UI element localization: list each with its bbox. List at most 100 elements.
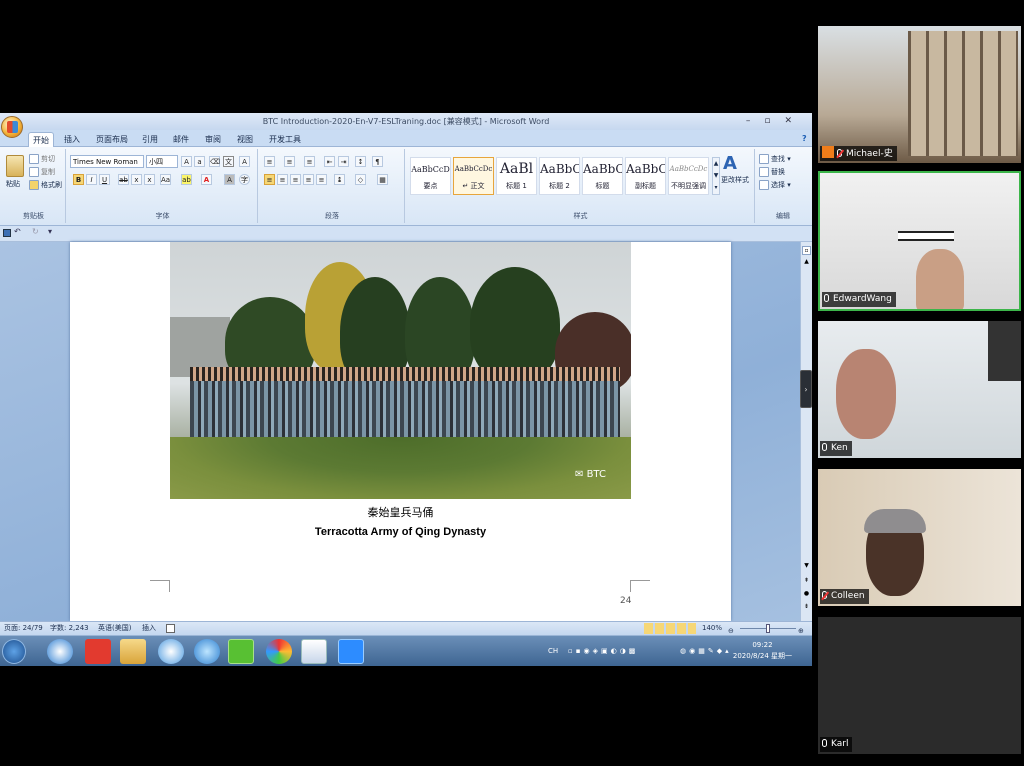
style-heading-1[interactable]: AaBl 标题 1 [496,157,537,195]
scroll-down-icon[interactable]: ▼ [802,562,811,569]
tray-icons[interactable]: ▫▪◉◈▣◐◑▩ [568,647,638,655]
ie-icon[interactable] [194,639,220,664]
zoom-taskbar-icon[interactable] [338,639,364,664]
tab-page-layout[interactable]: 页面布局 [92,132,132,147]
char-border-button[interactable]: A [239,156,250,167]
styles-scroll-button[interactable]: ▲ ▼ ▾ [712,157,720,195]
tab-review[interactable]: 审阅 [201,132,225,147]
redo-icon[interactable]: ↻ [32,227,39,236]
document-area[interactable]: ✉ BTC 秦始皇兵马俑 Terracotta Army of Qing Dyn… [0,242,800,621]
change-styles-icon[interactable]: A [723,153,737,174]
office-button[interactable] [1,116,23,138]
zoom-slider-thumb[interactable] [766,624,770,633]
start-button[interactable] [2,639,26,664]
macro-record-icon[interactable] [166,624,175,633]
font-name-combo[interactable]: Times New Roman [70,155,144,168]
superscript-button[interactable]: x [144,174,155,185]
bullets-button[interactable]: ≡ [264,156,275,167]
sogou-icon[interactable] [47,639,73,664]
char-shading-button[interactable]: A [224,174,235,185]
group-photo[interactable]: ✉ BTC [170,242,631,499]
align-left-button[interactable]: ≡ [264,174,275,185]
minimize-icon[interactable]: – [746,116,765,126]
format-painter-button[interactable]: 格式刷 [29,180,62,190]
copy-button[interactable]: 复制 [29,167,55,177]
style-key-points[interactable]: AaBbCcD 要点 [410,157,451,195]
strikethrough-button[interactable]: ab [118,174,129,185]
tab-home[interactable]: 开始 [28,132,54,147]
font-size-combo[interactable]: 小四 [146,155,178,168]
help-icon[interactable]: ? [798,131,811,146]
increase-indent-button[interactable]: ⇥ [338,156,349,167]
sort-button[interactable]: ↕ [355,156,366,167]
align-right-button[interactable]: ≡ [290,174,301,185]
vertical-scrollbar[interactable]: ▫ ▲ ▼ ⇞ ● ⇟ [800,242,812,621]
participant-tile-colleen[interactable]: Colleen [818,469,1021,606]
style-subtle-emphasis[interactable]: AaBbCcDc 不明显强调 [668,157,709,195]
participant-tile-ken[interactable]: Ken [818,321,1021,458]
italic-button[interactable]: I [86,174,97,185]
document-page[interactable]: ✉ BTC 秦始皇兵马俑 Terracotta Army of Qing Dyn… [70,242,731,621]
qat-customize-icon[interactable]: ▾ [48,227,52,236]
shrink-font-button[interactable]: a [194,156,205,167]
view-buttons[interactable] [644,623,696,634]
decrease-indent-button[interactable]: ⇤ [324,156,335,167]
save-icon[interactable] [3,229,11,237]
justify-button[interactable]: ≡ [303,174,314,185]
file-explorer-icon[interactable] [120,639,146,664]
collapse-gallery-button[interactable]: › [800,370,812,408]
show-marks-button[interactable]: ¶ [372,156,383,167]
subscript-button[interactable]: x [131,174,142,185]
tab-developer[interactable]: 开发工具 [265,132,305,147]
phonetic-guide-button[interactable]: 文 [223,156,234,167]
distributed-button[interactable]: ≡ [316,174,327,185]
shading-button[interactable]: ◇ [355,174,366,185]
style-subtitle[interactable]: AaBbC 副标题 [625,157,666,195]
borders-button[interactable]: ▦ [377,174,388,185]
tab-view[interactable]: 视图 [233,132,257,147]
ruler-toggle-icon[interactable]: ▫ [802,246,811,255]
paste-icon[interactable] [6,155,24,177]
next-page-icon[interactable]: ⇟ [802,603,811,612]
style-normal[interactable]: AaBbCcDc ↵ 正文 [453,157,494,195]
window-controls[interactable]: –▫✕ [746,113,806,130]
tab-references[interactable]: 引用 [138,132,162,147]
prev-page-icon[interactable]: ⇞ [802,577,811,586]
zoom-level[interactable]: 140% [702,622,722,635]
replace-button[interactable]: 替换 [759,167,785,177]
highlight-button[interactable]: ab [181,174,192,185]
tab-insert[interactable]: 插入 [60,132,84,147]
grow-font-button[interactable]: A [181,156,192,167]
style-heading-2[interactable]: AaBbC 标题 2 [539,157,580,195]
input-language[interactable]: CH [548,647,558,655]
word-count[interactable]: 字数: 2,243 [50,622,89,635]
paste-button[interactable]: 粘贴 [6,179,20,189]
page-count[interactable]: 页面: 24/79 [4,622,43,635]
wechat-taskbar-icon[interactable] [228,639,254,664]
tab-mailings[interactable]: 邮件 [169,132,193,147]
chrome-icon[interactable] [266,639,292,664]
change-case-button[interactable]: Aa [160,174,171,185]
cut-button[interactable]: 剪切 [29,154,55,164]
enclose-char-button[interactable]: 字 [239,174,250,185]
language-status[interactable]: 英语(美国) [98,622,131,635]
undo-icon[interactable]: ↶ [14,227,21,236]
change-styles-button[interactable]: 更改样式 [721,175,749,185]
browse-object-icon[interactable]: ● [802,590,811,599]
insert-mode[interactable]: 插入 [142,622,156,635]
word-taskbar-icon[interactable] [301,639,327,664]
multilevel-list-button[interactable]: ≡ [304,156,315,167]
font-color-button[interactable]: A [201,174,212,185]
close-icon[interactable]: ✕ [784,116,806,126]
numbering-button[interactable]: ≡ [284,156,295,167]
tray-icons-right[interactable]: ◍◉▦✎◆▴ [680,647,732,655]
center-button[interactable]: ≡ [277,174,288,185]
find-button[interactable]: 查找 ▾ [759,154,791,164]
bold-button[interactable]: B [73,174,84,185]
clear-format-button[interactable]: ⌫ [209,156,220,167]
reader-app-icon[interactable] [85,639,111,664]
restore-icon[interactable]: ▫ [764,116,784,126]
scroll-up-icon[interactable]: ▲ [802,258,811,265]
line-spacing-button[interactable]: ↨ [334,174,345,185]
select-button[interactable]: 选择 ▾ [759,180,791,190]
